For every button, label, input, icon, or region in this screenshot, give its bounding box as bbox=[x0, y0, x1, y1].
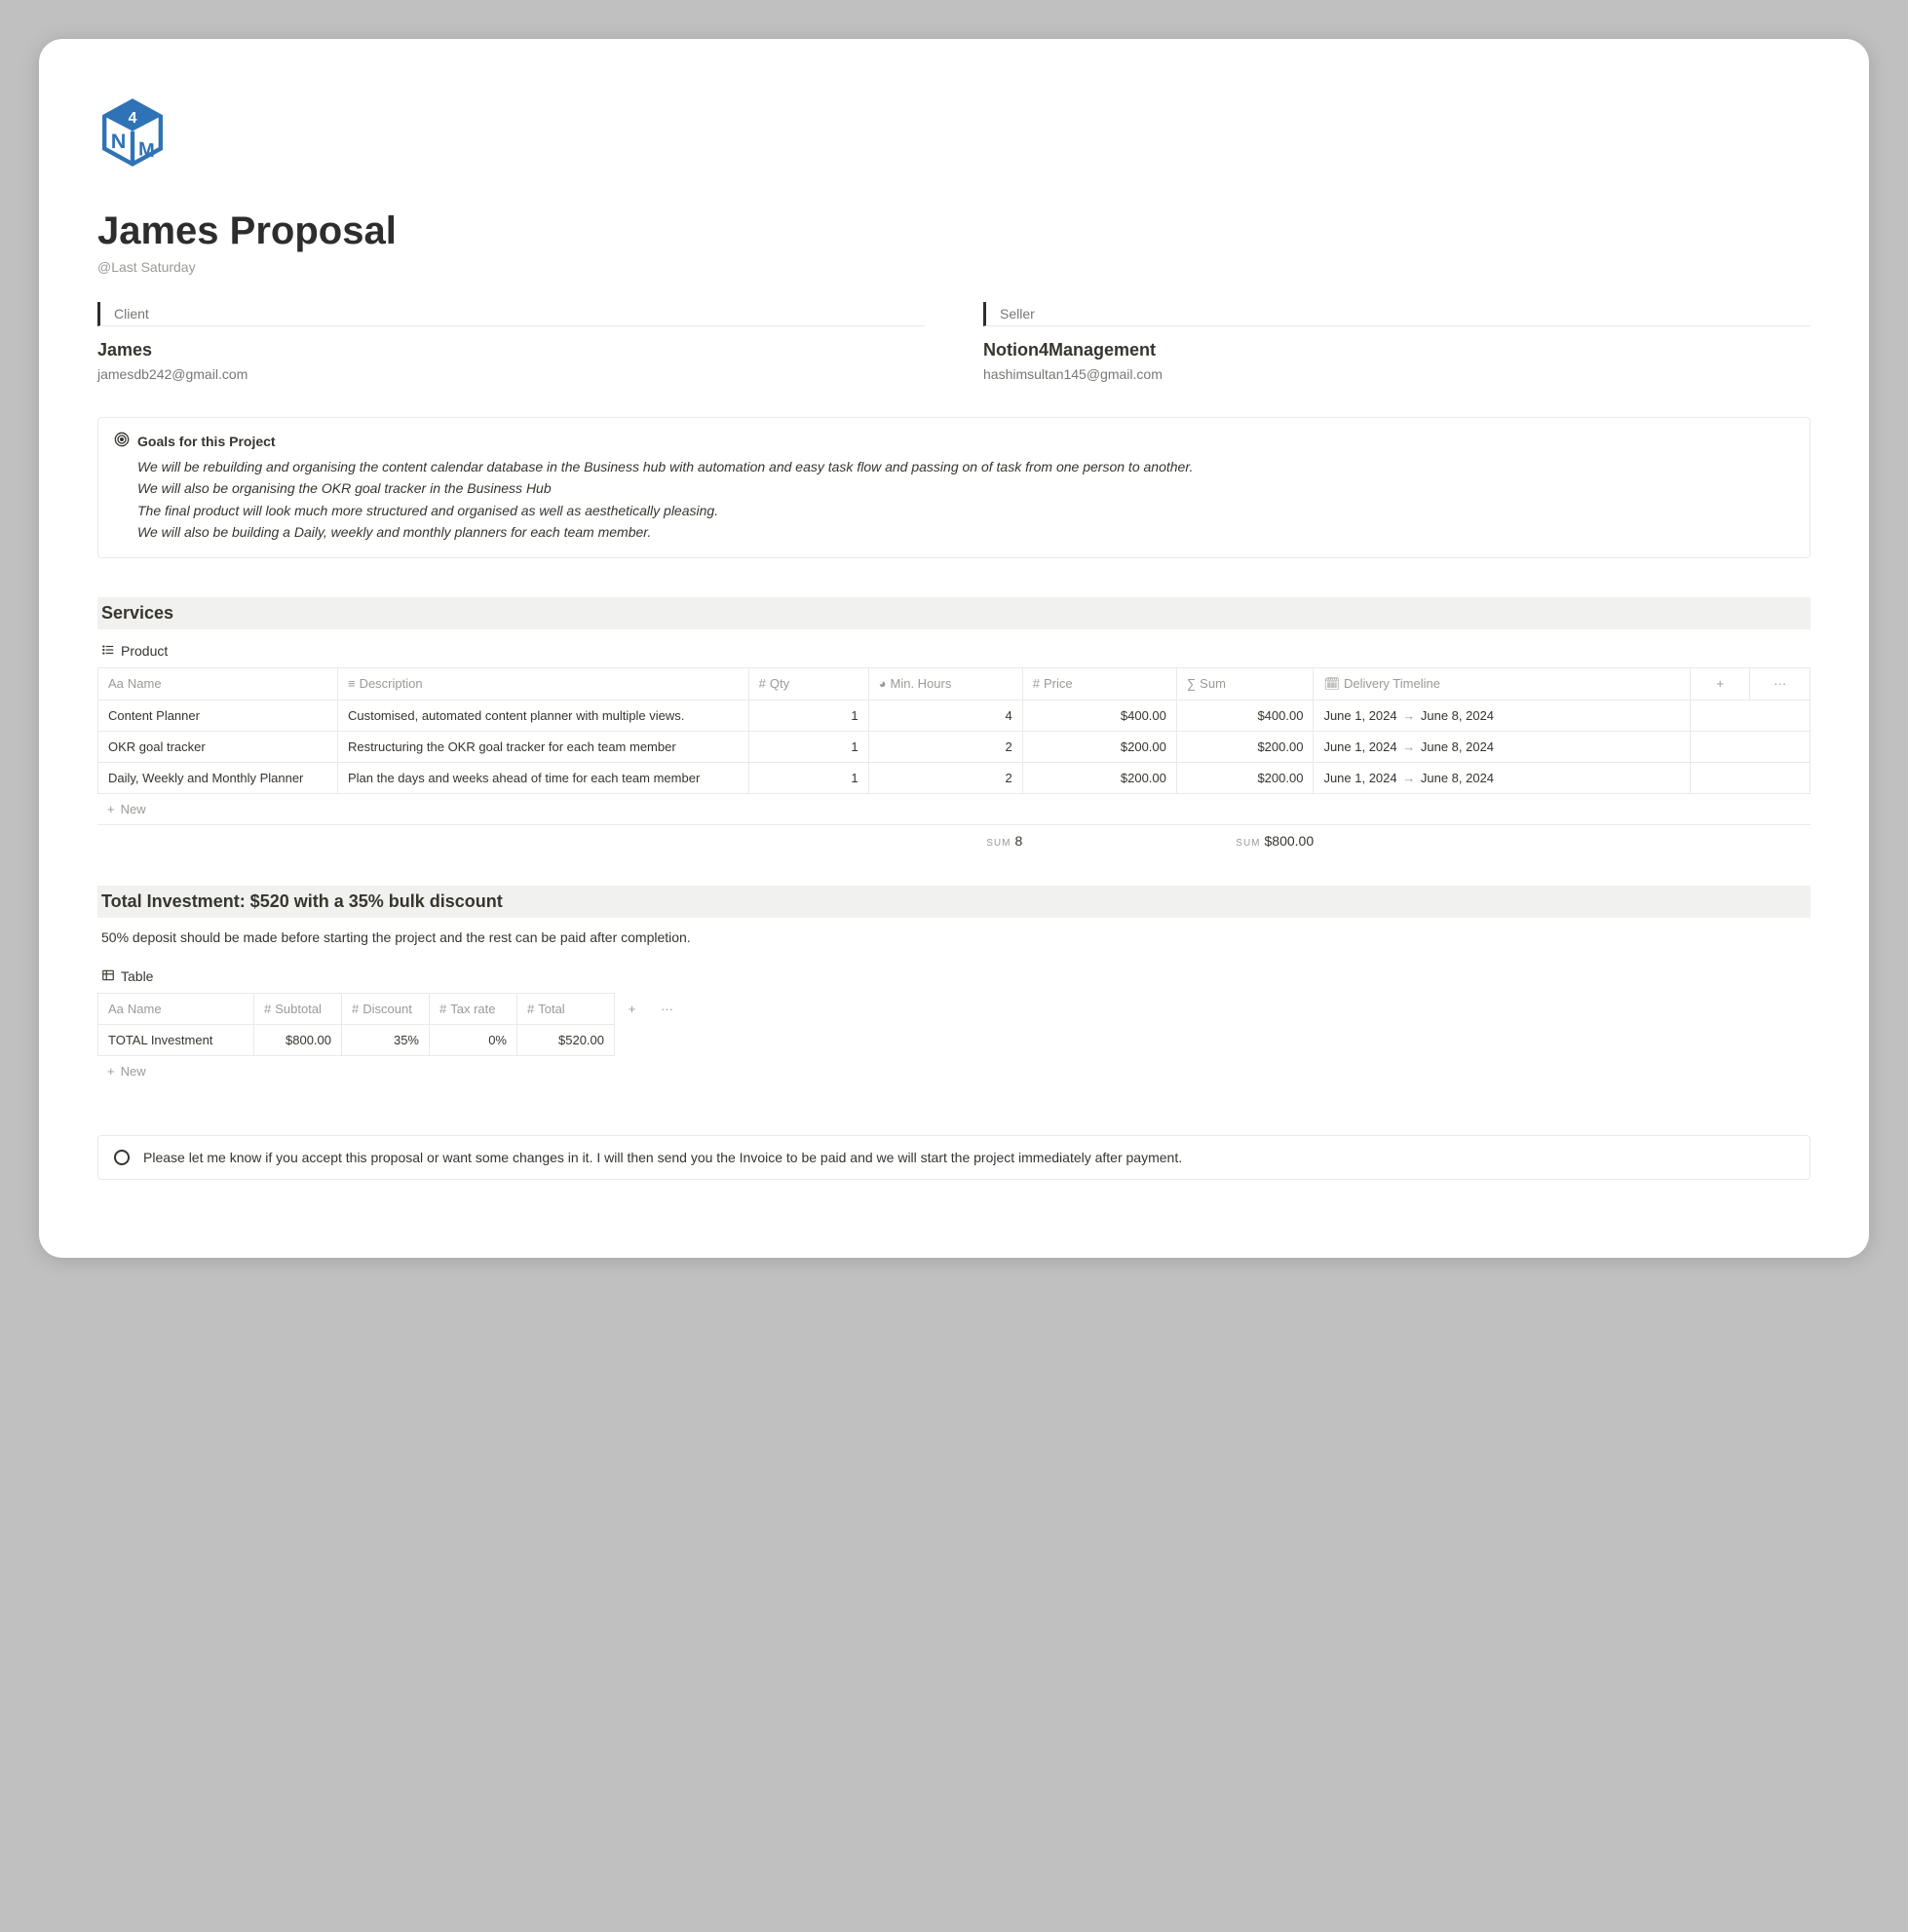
seller-name[interactable]: Notion4Management bbox=[983, 340, 1811, 360]
cell-name[interactable]: Content Planner bbox=[98, 700, 338, 731]
seller-block: Seller Notion4Management hashimsultan145… bbox=[983, 302, 1811, 382]
services-sum-row: SUM8 SUM$800.00 bbox=[97, 825, 1811, 856]
cell-price[interactable]: $200.00 bbox=[1022, 762, 1176, 793]
deposit-note[interactable]: 50% deposit should be made before starti… bbox=[97, 924, 1811, 961]
cell-description[interactable]: Restructuring the OKR goal tracker for e… bbox=[337, 731, 748, 762]
services-db-title: Product bbox=[121, 643, 168, 659]
plus-icon: + bbox=[107, 802, 115, 816]
col-price[interactable]: #Price bbox=[1022, 667, 1176, 700]
seller-label: Seller bbox=[1000, 306, 1035, 322]
cell-total[interactable]: $520.00 bbox=[517, 1024, 615, 1055]
goals-line: The final product will look much more st… bbox=[137, 500, 1794, 521]
col-sum[interactable]: ∑Sum bbox=[1176, 667, 1314, 700]
table-row[interactable]: Content Planner Customised, automated co… bbox=[98, 700, 1811, 731]
svg-text:N: N bbox=[111, 129, 127, 153]
goals-callout[interactable]: Goals for this Project We will be rebuil… bbox=[97, 417, 1811, 558]
cell-description[interactable]: Customised, automated content planner wi… bbox=[337, 700, 748, 731]
cell-name[interactable]: TOTAL Investment bbox=[98, 1024, 254, 1055]
cell-subtotal[interactable]: $800.00 bbox=[254, 1024, 342, 1055]
proposal-page: 4 N M James Proposal @Last Saturday Clie… bbox=[39, 39, 1869, 1258]
plus-icon: + bbox=[107, 1064, 115, 1079]
new-row-button[interactable]: + New bbox=[97, 1056, 1811, 1086]
cell-delivery[interactable]: June 1, 2024 → June 8, 2024 bbox=[1314, 700, 1691, 731]
page-timestamp[interactable]: @Last Saturday bbox=[97, 259, 1811, 275]
cell-name[interactable]: Daily, Weekly and Monthly Planner bbox=[98, 762, 338, 793]
services-heading[interactable]: Services bbox=[97, 597, 1811, 629]
parties-row: Client James jamesdb242@gmail.com Seller… bbox=[97, 302, 1811, 382]
goals-line: We will also be organising the OKR goal … bbox=[137, 477, 1794, 499]
cell-discount[interactable]: 35% bbox=[342, 1024, 430, 1055]
table-row[interactable]: Daily, Weekly and Monthly Planner Plan t… bbox=[98, 762, 1811, 793]
cell-min-hours[interactable]: 4 bbox=[868, 700, 1022, 731]
cell-delivery[interactable]: June 1, 2024 → June 8, 2024 bbox=[1314, 762, 1691, 793]
table-options-button[interactable]: ··· bbox=[650, 993, 685, 1024]
services-db-title-row[interactable]: Product bbox=[97, 635, 1811, 667]
col-min-hours[interactable]: ◕Min. Hours bbox=[868, 667, 1022, 700]
col-subtotal[interactable]: #Subtotal bbox=[254, 993, 342, 1024]
cell-sum[interactable]: $400.00 bbox=[1176, 700, 1314, 731]
cell-price[interactable]: $200.00 bbox=[1022, 731, 1176, 762]
logo: 4 N M bbox=[97, 97, 1811, 170]
table-row[interactable]: TOTAL Investment $800.00 35% 0% $520.00 bbox=[98, 1024, 685, 1055]
col-total[interactable]: #Total bbox=[517, 993, 615, 1024]
cell-tax-rate[interactable]: 0% bbox=[430, 1024, 517, 1055]
table-options-button[interactable]: ··· bbox=[1750, 667, 1811, 700]
col-discount[interactable]: #Discount bbox=[342, 993, 430, 1024]
services-table: AaName ≡Description #Qty ◕Min. Hours #Pr… bbox=[97, 667, 1811, 794]
add-column-button[interactable]: + bbox=[615, 993, 650, 1024]
col-name[interactable]: AaName bbox=[98, 667, 338, 700]
cell-qty[interactable]: 1 bbox=[748, 700, 868, 731]
cell-qty[interactable]: 1 bbox=[748, 762, 868, 793]
cell-qty[interactable]: 1 bbox=[748, 731, 868, 762]
seller-email[interactable]: hashimsultan145@gmail.com bbox=[983, 366, 1811, 382]
cell-sum[interactable]: $200.00 bbox=[1176, 762, 1314, 793]
sum-hours: SUM8 bbox=[868, 833, 1022, 849]
svg-text:M: M bbox=[138, 138, 155, 162]
col-qty[interactable]: #Qty bbox=[748, 667, 868, 700]
brand-logo-icon: 4 N M bbox=[97, 97, 168, 168]
investment-db-title: Table bbox=[121, 968, 153, 984]
new-row-button[interactable]: + New bbox=[97, 794, 1811, 825]
client-email[interactable]: jamesdb242@gmail.com bbox=[97, 366, 925, 382]
sum-total: SUM$800.00 bbox=[1177, 833, 1315, 849]
svg-text:4: 4 bbox=[129, 110, 137, 127]
goals-body: We will be rebuilding and organising the… bbox=[114, 456, 1794, 544]
client-name[interactable]: James bbox=[97, 340, 925, 360]
client-block: Client James jamesdb242@gmail.com bbox=[97, 302, 925, 382]
cell-min-hours[interactable]: 2 bbox=[868, 762, 1022, 793]
col-tax-rate[interactable]: #Tax rate bbox=[430, 993, 517, 1024]
closing-text: Please let me know if you accept this pr… bbox=[143, 1150, 1182, 1165]
table-icon bbox=[101, 968, 115, 985]
cell-min-hours[interactable]: 2 bbox=[868, 731, 1022, 762]
cell-description[interactable]: Plan the days and weeks ahead of time fo… bbox=[337, 762, 748, 793]
investment-heading[interactable]: Total Investment: $520 with a 35% bulk d… bbox=[97, 886, 1811, 918]
cell-delivery[interactable]: June 1, 2024 → June 8, 2024 bbox=[1314, 731, 1691, 762]
goals-title: Goals for this Project bbox=[137, 434, 276, 449]
table-row[interactable]: OKR goal tracker Restructuring the OKR g… bbox=[98, 731, 1811, 762]
cell-name[interactable]: OKR goal tracker bbox=[98, 731, 338, 762]
col-name[interactable]: AaName bbox=[98, 993, 254, 1024]
goals-line: We will be rebuilding and organising the… bbox=[137, 456, 1794, 477]
col-description[interactable]: ≡Description bbox=[337, 667, 748, 700]
goals-line: We will also be building a Daily, weekly… bbox=[137, 521, 1794, 543]
cell-price[interactable]: $400.00 bbox=[1022, 700, 1176, 731]
page-title[interactable]: James Proposal bbox=[97, 209, 1811, 253]
circle-icon bbox=[114, 1150, 130, 1165]
cell-sum[interactable]: $200.00 bbox=[1176, 731, 1314, 762]
target-icon bbox=[114, 432, 130, 450]
closing-callout[interactable]: Please let me know if you accept this pr… bbox=[97, 1135, 1811, 1180]
investment-table: AaName #Subtotal #Discount #Tax rate #To… bbox=[97, 993, 685, 1056]
client-label: Client bbox=[114, 306, 149, 322]
list-icon bbox=[101, 643, 115, 660]
col-delivery[interactable]: 🗓Delivery Timeline bbox=[1314, 667, 1691, 700]
investment-db-title-row[interactable]: Table bbox=[97, 961, 1811, 993]
add-column-button[interactable]: + bbox=[1690, 667, 1749, 700]
